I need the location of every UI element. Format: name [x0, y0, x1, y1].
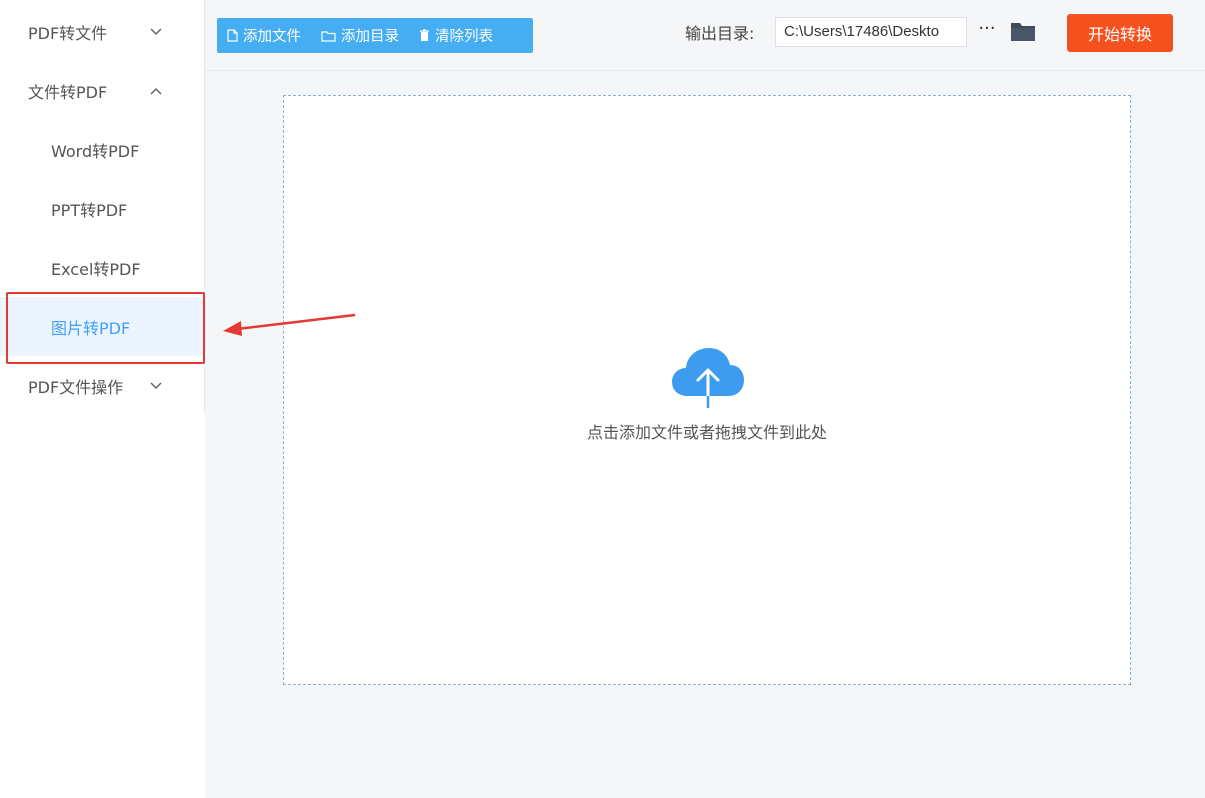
- output-dir-label: 输出目录:: [685, 24, 755, 43]
- sidebar-item-label: Excel转PDF: [51, 259, 141, 279]
- more-button[interactable]: ···: [975, 20, 999, 44]
- menu-group-file-to-pdf[interactable]: 文件转PDF: [0, 61, 204, 120]
- file-icon: [227, 29, 238, 42]
- menu-group-label: 文件转PDF: [28, 82, 108, 102]
- sidebar-empty-area: [0, 413, 205, 798]
- folder-icon[interactable]: [1010, 20, 1036, 44]
- add-file-label: 添加文件: [243, 29, 301, 45]
- sidebar-item-image-to-pdf[interactable]: 图片转PDF: [0, 297, 204, 356]
- add-file-button[interactable]: 添加文件: [217, 18, 311, 53]
- sidebar-item-ppt-to-pdf[interactable]: PPT转PDF: [0, 179, 204, 238]
- sidebar-item-label: 图片转PDF: [51, 318, 131, 338]
- chevron-down-icon: [146, 379, 166, 393]
- folder-outline-icon: [321, 30, 336, 42]
- file-drop-zone[interactable]: 点击添加文件或者拖拽文件到此处: [283, 95, 1131, 685]
- menu-group-label: PDF文件操作: [28, 377, 124, 397]
- sidebar-item-label: PPT转PDF: [51, 200, 128, 220]
- sidebar-item-label: Word转PDF: [51, 141, 140, 161]
- trash-icon: [420, 29, 429, 41]
- chevron-down-icon: [146, 25, 166, 39]
- menu-group-pdf-operations[interactable]: PDF文件操作: [0, 356, 204, 415]
- drop-zone-hint: 点击添加文件或者拖拽文件到此处: [586, 423, 827, 442]
- sidebar-item-excel-to-pdf[interactable]: Excel转PDF: [0, 238, 204, 297]
- cloud-upload-icon: [672, 348, 744, 410]
- chevron-up-icon: [146, 84, 166, 98]
- output-dir-field[interactable]: C:\Users\17486\Deskto: [775, 17, 967, 47]
- menu-group-label: PDF转文件: [28, 23, 108, 43]
- add-folder-label: 添加目录: [341, 29, 399, 45]
- sidebar: PDF转文件 文件转PDF Word转PDF PPT转PDF Excel转PDF…: [0, 0, 205, 413]
- sidebar-item-word-to-pdf[interactable]: Word转PDF: [0, 120, 204, 179]
- file-button-group: 添加文件 添加目录 清除列表: [217, 18, 533, 53]
- start-convert-button[interactable]: 开始转换: [1067, 14, 1173, 52]
- clear-list-button[interactable]: 清除列表: [409, 18, 503, 53]
- clear-list-label: 清除列表: [435, 29, 493, 45]
- add-folder-button[interactable]: 添加目录: [311, 18, 409, 53]
- toolbar: 添加文件 添加目录 清除列表 输出目录: C:\Users\17486\Desk…: [205, 0, 1205, 71]
- menu-group-pdf-to-file[interactable]: PDF转文件: [0, 2, 204, 61]
